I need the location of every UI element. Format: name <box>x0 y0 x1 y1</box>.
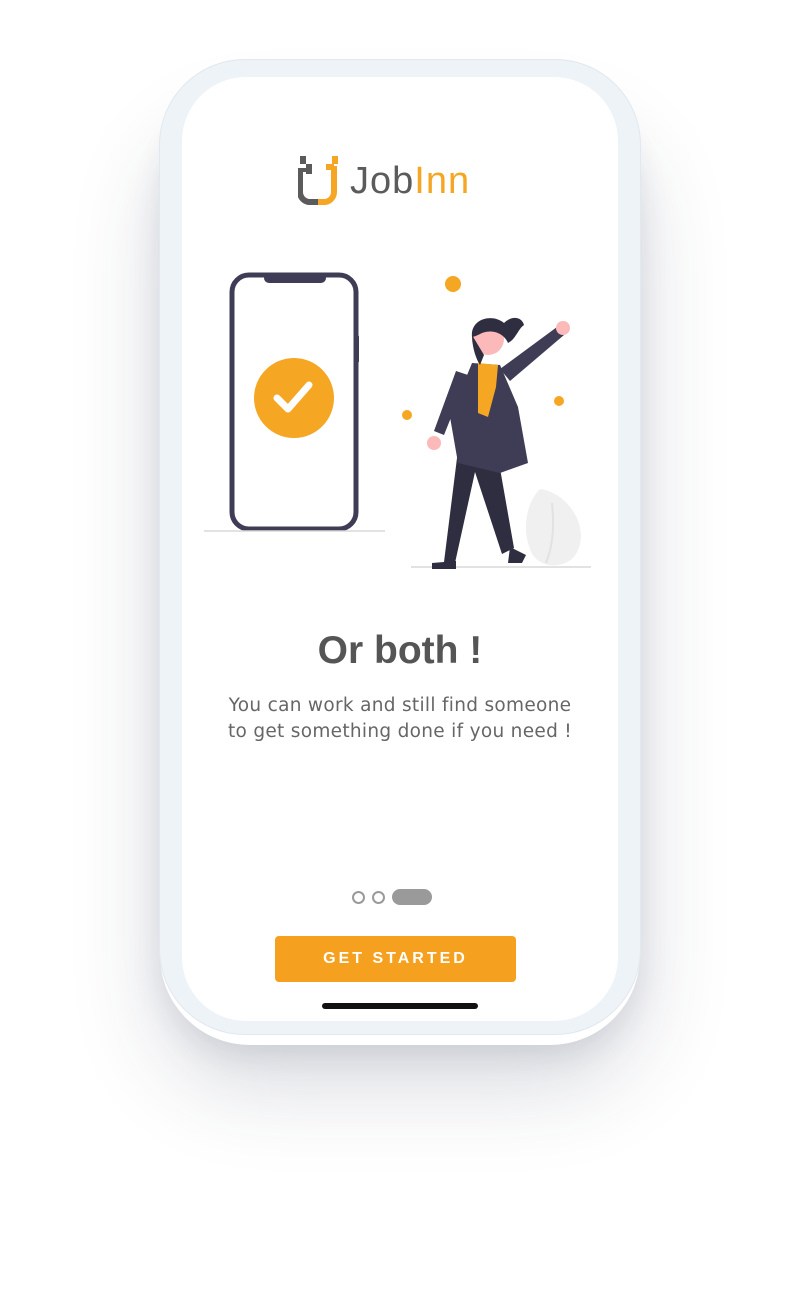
onboarding-description: You can work and still find someone to g… <box>227 695 573 742</box>
app-screen: JobInn Or both ! You can work and still … <box>182 77 618 1021</box>
app-name: JobInn <box>350 160 470 203</box>
page-dot-2[interactable] <box>372 890 385 904</box>
home-indicator[interactable] <box>322 1003 478 1009</box>
app-name-inn: Inn <box>414 159 471 202</box>
phone-frame: JobInn Or both ! You can work and still … <box>159 59 641 1035</box>
confetti-dot <box>402 410 412 420</box>
confetti-dot <box>445 276 461 292</box>
checkmark-icon <box>254 358 334 438</box>
app-name-job: Job <box>350 159 415 202</box>
jobinn-logo-icon <box>298 156 338 205</box>
page-dot-1[interactable] <box>352 890 365 904</box>
onboarding-illustration <box>204 272 591 569</box>
page-indicator <box>352 889 432 905</box>
leaf-icon <box>525 489 581 566</box>
confetti-dot <box>554 396 564 406</box>
stage: JobInn Or both ! You can work and still … <box>0 0 800 1293</box>
page-dot-3-active[interactable] <box>392 889 432 905</box>
get-started-button[interactable]: GET STARTED <box>275 936 516 982</box>
app-logo: JobInn <box>298 153 470 209</box>
onboarding-title: Or both ! <box>317 629 483 672</box>
